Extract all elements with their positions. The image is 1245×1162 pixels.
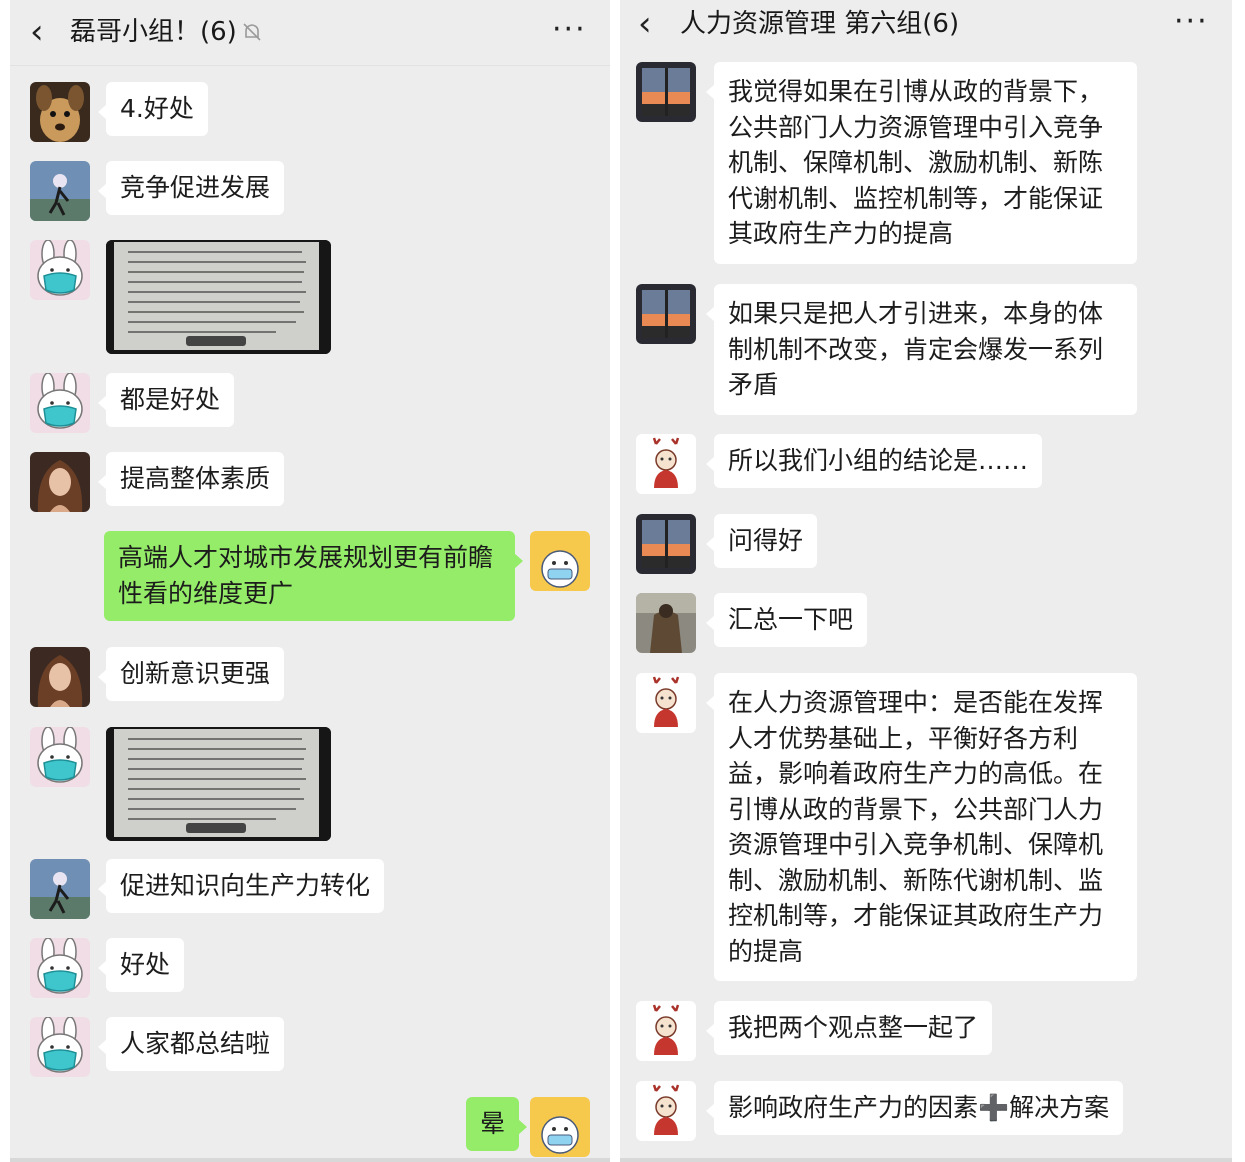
bottom-divider <box>10 1158 610 1162</box>
image-message[interactable] <box>106 240 331 354</box>
woman-avatar[interactable] <box>30 647 90 707</box>
sunset-avatar[interactable] <box>636 62 696 122</box>
bell-off-icon <box>243 23 261 41</box>
bunny-avatar[interactable] <box>30 1017 90 1077</box>
right-chat-title: 人力资源管理 第六组(6) <box>680 9 960 39</box>
message-bubble[interactable]: 在人力资源管理中：是否能在发挥人才优势基础上，平衡好各方利益，影响着政府生产力的… <box>706 673 1137 981</box>
woman-avatar[interactable] <box>30 452 90 512</box>
chevron-left-icon[interactable]: ‹ <box>30 14 44 50</box>
self-message-bubble[interactable]: 高端人才对城市发展规划更有前瞻性看的维度更广 <box>104 531 523 621</box>
bunny-avatar[interactable] <box>30 727 90 787</box>
sunset-avatar[interactable] <box>636 514 696 574</box>
right-chat-panel: ‹ 人力资源管理 第六组(6) ··· 我觉得如果在引博从政的背景下，公共部门人… <box>620 0 1232 1162</box>
more-options-button[interactable]: ··· <box>552 12 587 48</box>
deer-avatar[interactable] <box>636 434 696 494</box>
message-bubble[interactable]: 影响政府生产力的因素➕解决方案 <box>705 1081 1124 1135</box>
self-avatar[interactable] <box>530 531 590 591</box>
message-bubble[interactable]: 4.好处 <box>98 82 208 136</box>
more-options-button[interactable]: ··· <box>1174 4 1209 40</box>
bunny-avatar[interactable] <box>30 938 90 998</box>
left-chat-header: ‹ 磊哥小组！(6) ··· <box>10 0 610 66</box>
deer-avatar[interactable] <box>636 673 696 733</box>
image-message[interactable] <box>106 727 331 841</box>
sunset-avatar[interactable] <box>636 284 696 344</box>
deer-avatar[interactable] <box>636 1081 696 1141</box>
self-avatar[interactable] <box>530 1097 590 1157</box>
coat-avatar[interactable] <box>636 593 696 653</box>
chevron-left-icon[interactable]: ‹ <box>638 6 652 42</box>
left-chat-panel: ‹ 磊哥小组！(6) ··· 4.好处 竞争促进发展 都是好处 提高整体素质 高… <box>10 0 610 1162</box>
message-bubble[interactable]: 如果只是把人才引进来，本身的体制机制不改变，肯定会爆发一系列矛盾 <box>706 284 1137 415</box>
message-bubble[interactable]: 我把两个观点整一起了 <box>705 1001 993 1055</box>
message-bubble[interactable]: 人家都总结啦 <box>97 1017 285 1071</box>
message-bubble[interactable]: 所以我们小组的结论是…… <box>705 434 1043 488</box>
message-bubble[interactable]: 好处 <box>97 938 185 992</box>
message-bubble[interactable]: 都是好处 <box>97 373 235 427</box>
message-bubble[interactable]: 提高整体素质 <box>97 452 285 506</box>
message-bubble[interactable]: 促进知识向生产力转化 <box>97 859 385 913</box>
message-bubble[interactable]: 我觉得如果在引博从政的背景下，公共部门人力资源管理中引入竞争机制、保障机制、激励… <box>706 62 1137 264</box>
message-bubble[interactable]: 竞争促进发展 <box>97 161 285 215</box>
bottom-divider <box>620 1158 1232 1162</box>
message-bubble[interactable]: 汇总一下吧 <box>705 593 868 647</box>
message-bubble[interactable]: 问得好 <box>705 514 818 568</box>
bunny-avatar[interactable] <box>30 240 90 300</box>
left-chat-title: 磊哥小组！(6) <box>70 17 237 47</box>
deer-avatar[interactable] <box>636 1001 696 1061</box>
bunny-avatar[interactable] <box>30 373 90 433</box>
right-chat-header: ‹ 人力资源管理 第六组(6) ··· <box>620 0 1232 56</box>
girl-avatar[interactable] <box>30 859 90 919</box>
dog-avatar[interactable] <box>30 82 90 142</box>
girl-avatar[interactable] <box>30 161 90 221</box>
message-bubble[interactable]: 创新意识更强 <box>97 647 285 701</box>
self-message-bubble[interactable]: 晕 <box>466 1097 528 1151</box>
